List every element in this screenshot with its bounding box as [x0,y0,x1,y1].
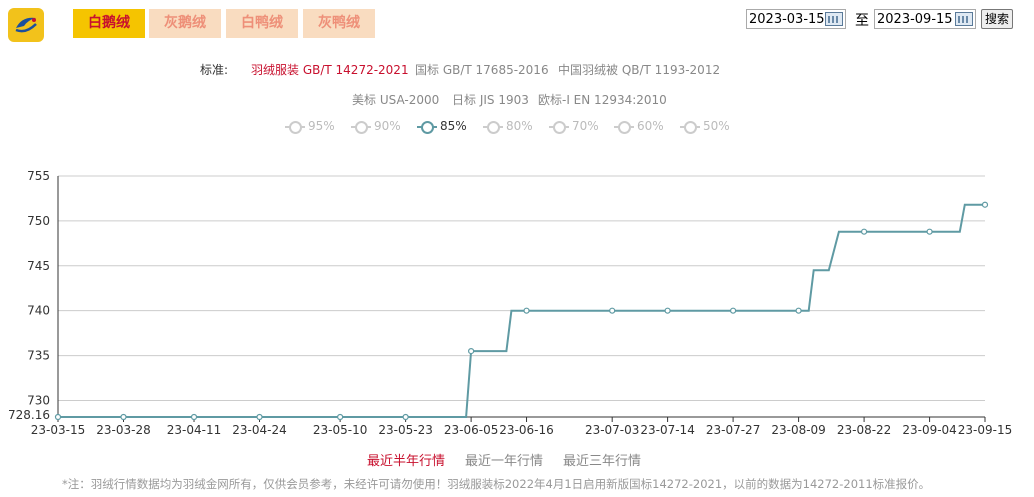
range-one-year[interactable]: 最近一年行情 [465,450,543,469]
y-tick-label: 735 [27,349,50,363]
data-point [468,347,475,355]
data-point [190,413,198,421]
data-point [795,307,802,314]
range-half-year[interactable]: 最近半年行情 [367,450,445,469]
data-point [402,413,409,421]
data-point [337,413,344,421]
data-point [609,307,616,314]
data-point [860,228,868,235]
x-tick-label: 23-04-11 [167,423,221,437]
price-chart: 755 750 745 740 735 730728.1623-03-15 23-03-28… [8,169,1012,437]
y-tick-label: 745 [27,259,50,273]
x-tick-label: 23-08-22 [837,423,891,437]
x-tick-label: 23-09-04 [902,423,956,437]
footnote: *注：羽绒行情数据均为羽绒金网所有，仅供会员参考，未经许可请勿使用！羽绒服装标2… [62,477,931,491]
x-tick-label: 23-05-23 [378,423,432,437]
y-min-label: 728.16 [8,408,50,422]
x-tick-label: 23-04-24 [232,423,286,437]
x-tick-label: 23-07-03 [585,423,639,437]
data-point [523,307,530,314]
x-tick-label: 23-06-16 [499,423,553,437]
x-tick-label: 23-09-15 [958,423,1012,437]
y-tick-label: 750 [27,214,50,228]
data-point [729,307,737,314]
data-point [981,201,989,208]
x-tick-label: 23-03-28 [96,423,150,437]
x-tick-label: 23-07-14 [640,423,694,437]
range-three-years[interactable]: 最近三年行情 [563,450,641,469]
y-tick-label: 740 [27,304,50,318]
data-point [120,413,127,421]
x-tick-label: 23-06-05 [444,423,498,437]
y-tick-label: 755 [27,169,50,183]
data-point [926,228,933,235]
x-tick-label: 23-07-27 [706,423,760,437]
data-point [664,307,671,314]
y-tick-label: 730 [27,393,50,407]
data-point [256,413,263,421]
x-tick-label: 23-08-09 [771,423,825,437]
x-tick-label: 23-05-10 [313,423,367,437]
data-point [54,413,62,421]
x-tick-label: 23-03-15 [31,423,85,437]
